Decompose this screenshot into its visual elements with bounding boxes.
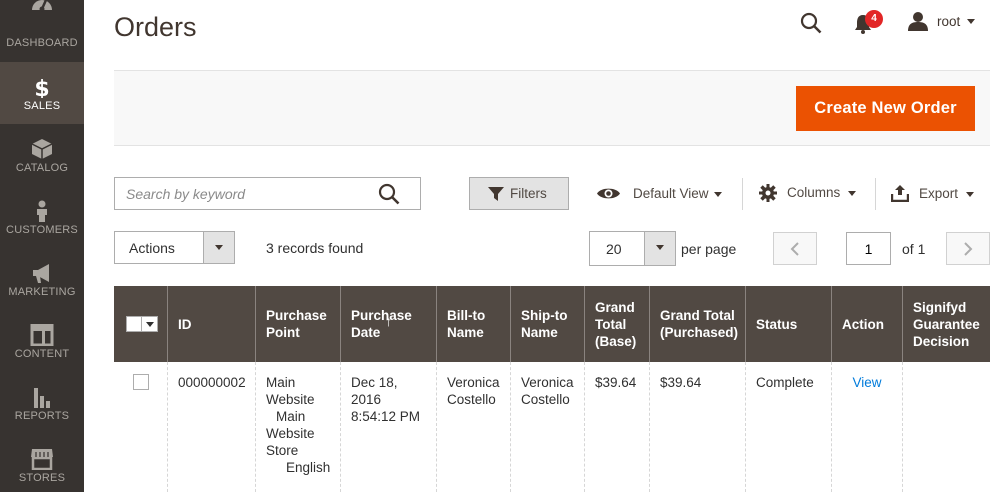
cell-id: 000000002 bbox=[167, 362, 255, 492]
per-page-toggle[interactable] bbox=[644, 232, 675, 265]
search-input[interactable] bbox=[115, 178, 375, 209]
create-new-order-button[interactable]: Create New Order bbox=[796, 86, 975, 131]
filters-label: Filters bbox=[510, 186, 547, 201]
cell-bill-to-name: Veronica Costello bbox=[436, 362, 510, 492]
bar-chart-icon bbox=[34, 388, 50, 408]
mass-actions-select[interactable]: Actions bbox=[114, 231, 235, 264]
user-name[interactable]: root bbox=[937, 14, 960, 29]
megaphone-icon bbox=[33, 264, 49, 283]
nav-marketing-label: MARKETING bbox=[8, 286, 76, 298]
nav-sales[interactable]: $ SALES bbox=[0, 62, 84, 124]
toolbar-divider bbox=[742, 178, 743, 210]
box-icon bbox=[31, 139, 53, 159]
nav-stores[interactable]: STORES bbox=[0, 434, 84, 496]
column-header-id[interactable]: ID bbox=[167, 286, 255, 362]
svg-text:$: $ bbox=[34, 77, 49, 98]
cell-status: Complete bbox=[745, 362, 831, 492]
cell-grand-total-purchased: $39.64 bbox=[649, 362, 745, 492]
chevron-down-icon bbox=[966, 192, 974, 197]
cell-purchase-date: Dec 18, 2016 8:54:12 PM bbox=[340, 362, 436, 492]
chevron-right-icon bbox=[964, 242, 973, 256]
nav-content[interactable]: CONTENT bbox=[0, 310, 84, 372]
person-icon bbox=[37, 200, 47, 222]
notification-badge: 4 bbox=[865, 10, 883, 28]
nav-catalog-label: CATALOG bbox=[15, 162, 69, 174]
gear-icon bbox=[759, 184, 777, 202]
row-select-cell bbox=[114, 362, 167, 492]
grid-header: ID Purchase Point Purchase Date Bill-to … bbox=[114, 286, 990, 362]
dollar-icon: $ bbox=[34, 77, 49, 98]
page-title: Orders bbox=[114, 12, 197, 42]
user-icon[interactable] bbox=[908, 11, 928, 31]
nav-customers[interactable]: CUSTOMERS bbox=[0, 186, 84, 248]
sort-ascending-icon: ↑ bbox=[385, 313, 392, 329]
chevron-down-icon bbox=[848, 191, 856, 196]
admin-sidebar: DASHBOARD $ SALES CATALOG CUSTOMERS MARK… bbox=[0, 0, 84, 492]
main-content: Orders 4 root Create New Order Filters D… bbox=[84, 0, 1000, 492]
nav-catalog[interactable]: CATALOG bbox=[0, 124, 84, 186]
filters-button[interactable]: Filters bbox=[469, 177, 569, 210]
toolbar-divider bbox=[875, 178, 876, 210]
search-box bbox=[114, 177, 421, 210]
per-page-label: per page bbox=[681, 241, 737, 257]
select-all-checkbox[interactable] bbox=[126, 316, 158, 332]
column-header-status[interactable]: Status bbox=[745, 286, 831, 362]
nav-dashboard-label: DASHBOARD bbox=[6, 37, 78, 49]
chevron-down-icon bbox=[215, 245, 223, 250]
mass-actions-toggle[interactable] bbox=[203, 232, 234, 263]
next-page-button[interactable] bbox=[946, 232, 990, 265]
row-checkbox[interactable] bbox=[133, 374, 149, 390]
chevron-down-icon bbox=[714, 192, 722, 197]
prev-page-button[interactable] bbox=[773, 232, 817, 265]
view-order-link[interactable]: View bbox=[852, 375, 881, 390]
nav-sales-label: SALES bbox=[23, 100, 61, 112]
page-count-label: of 1 bbox=[902, 241, 926, 257]
export-icon bbox=[891, 185, 909, 202]
funnel-icon bbox=[488, 187, 504, 201]
search-icon[interactable] bbox=[800, 12, 822, 34]
eye-icon bbox=[597, 188, 620, 199]
column-header-grand-total-base[interactable]: Grand Total (Base) bbox=[584, 286, 649, 362]
column-header-grand-total-purchased[interactable]: Grand Total (Purchased) bbox=[649, 286, 745, 362]
nav-customers-label: CUSTOMERS bbox=[6, 224, 78, 236]
search-submit-icon[interactable] bbox=[378, 183, 402, 205]
nav-marketing[interactable]: MARKETING bbox=[0, 248, 84, 310]
columns-label: Columns bbox=[787, 185, 841, 200]
column-header-action: Action bbox=[831, 286, 902, 362]
page-number-input[interactable] bbox=[846, 232, 891, 265]
user-menu-caret-icon[interactable] bbox=[967, 19, 975, 24]
column-header-purchase-point[interactable]: Purchase Point bbox=[255, 286, 340, 362]
records-found: 3 records found bbox=[266, 240, 364, 256]
cell-grand-total-base: $39.64 bbox=[584, 362, 649, 492]
nav-dashboard[interactable]: DASHBOARD bbox=[0, 0, 84, 62]
select-all-column bbox=[114, 286, 167, 362]
per-page-select[interactable]: 20 bbox=[589, 231, 676, 266]
chevron-down-icon bbox=[656, 245, 664, 250]
default-view-label: Default View bbox=[633, 186, 709, 201]
cell-action: View bbox=[831, 362, 902, 492]
table-row: 000000002 Main Website Main Website Stor… bbox=[114, 362, 990, 492]
cell-ship-to-name: Veronica Costello bbox=[510, 362, 584, 492]
nav-reports[interactable]: REPORTS bbox=[0, 372, 84, 434]
chevron-left-icon bbox=[790, 242, 799, 256]
per-page-value: 20 bbox=[606, 241, 622, 257]
export-label: Export bbox=[919, 186, 959, 201]
nav-content-label: CONTENT bbox=[14, 348, 70, 360]
storefront-icon bbox=[31, 449, 53, 470]
column-header-bill-to-name[interactable]: Bill-to Name bbox=[436, 286, 510, 362]
nav-stores-label: STORES bbox=[18, 472, 66, 484]
column-header-ship-to-name[interactable]: Ship-to Name bbox=[510, 286, 584, 362]
layout-icon bbox=[30, 324, 54, 346]
column-header-signifyd[interactable]: Signifyd Guarantee Decision bbox=[902, 286, 990, 362]
cell-signifyd bbox=[902, 362, 990, 492]
mass-actions-label: Actions bbox=[129, 240, 175, 256]
cell-purchase-point: Main Website Main Website Store English bbox=[255, 362, 340, 492]
dashboard-icon bbox=[32, 0, 52, 12]
nav-reports-label: REPORTS bbox=[14, 410, 70, 422]
